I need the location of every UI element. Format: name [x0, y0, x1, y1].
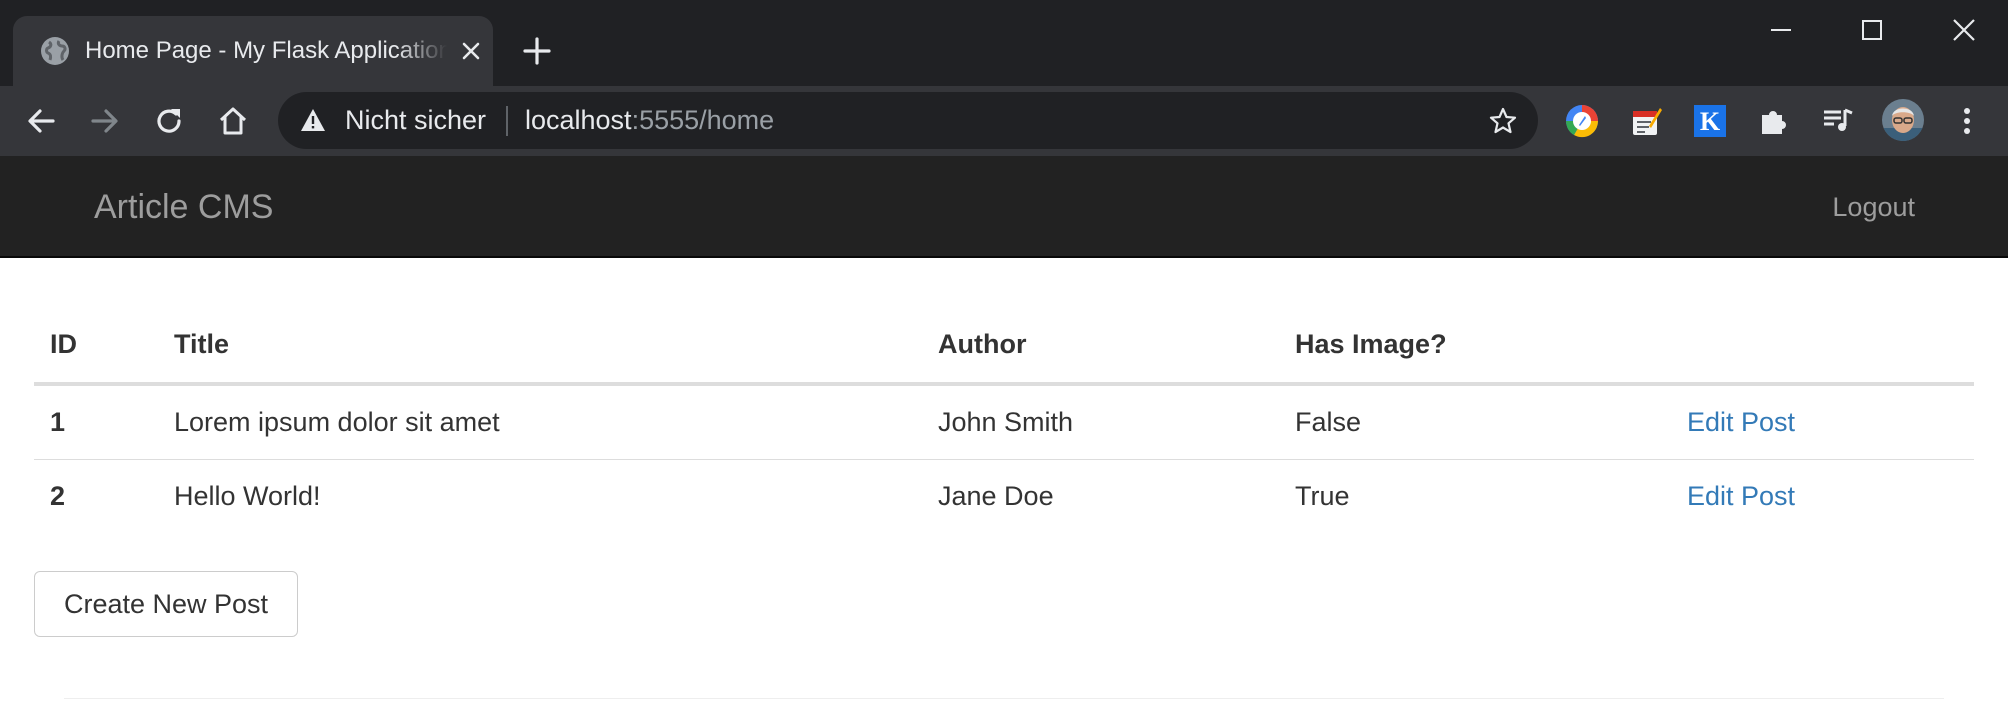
posts-table: ID Title Author Has Image? 1 Lorem ipsum…	[34, 306, 1974, 533]
minimize-icon[interactable]	[1752, 12, 1810, 48]
puzzle-icon[interactable]	[1755, 102, 1793, 140]
warning-triangle-icon[interactable]	[300, 108, 326, 132]
cell-author: John Smith	[922, 384, 1279, 460]
address-bar[interactable]: Nicht sicher localhost:5555/home	[278, 92, 1538, 149]
reload-icon[interactable]	[151, 103, 187, 139]
home-icon[interactable]	[215, 103, 251, 139]
k-ext-icon[interactable]: K	[1691, 102, 1729, 140]
cell-author: Jane Doe	[938, 481, 1054, 511]
cell-has-image: True	[1295, 481, 1350, 511]
notes-ext-icon[interactable]	[1627, 102, 1665, 140]
create-new-post-button[interactable]: Create New Post	[34, 571, 298, 637]
site-navbar: Article CMS Logout	[0, 156, 2008, 258]
column-header-id: ID	[34, 306, 158, 386]
back-arrow-icon[interactable]	[23, 103, 59, 139]
forward-arrow-icon[interactable]	[87, 103, 123, 139]
profile-avatar[interactable]	[1881, 98, 1925, 142]
star-icon[interactable]	[1488, 106, 1518, 136]
cell-title: Lorem ipsum dolor sit amet	[158, 384, 922, 460]
edit-post-link[interactable]: Edit Post	[1687, 481, 1795, 511]
cell-action: Edit Post	[1671, 384, 1974, 460]
globe-icon	[39, 35, 71, 67]
tab-close-icon[interactable]	[459, 39, 483, 63]
url-host: localhost	[525, 105, 632, 135]
browser-tab[interactable]: Home Page - My Flask Application	[13, 16, 493, 86]
browser-toolbar: Nicht sicher localhost:5555/home K	[0, 86, 2008, 156]
table-row: 1 Lorem ipsum dolor sit amet John Smith …	[34, 384, 1974, 460]
table-header-row: ID Title Author Has Image?	[34, 306, 1974, 386]
k-ext-letter: K	[1700, 107, 1721, 136]
kebab-menu-icon[interactable]	[1948, 102, 1986, 140]
security-label[interactable]: Nicht sicher	[345, 92, 486, 149]
cell-title: Hello World!	[174, 481, 321, 511]
url-path: :5555/home	[631, 105, 775, 135]
column-header-has-image: Has Image?	[1279, 306, 1671, 386]
maximize-icon[interactable]	[1843, 12, 1901, 48]
cell-action: Edit Post	[1671, 460, 1974, 534]
column-header-actions	[1671, 306, 1974, 386]
address-separator	[506, 106, 508, 136]
cell-id: 1	[34, 384, 158, 460]
new-tab-plus-icon[interactable]	[520, 34, 554, 68]
browser-tab-strip: Home Page - My Flask Application	[0, 0, 2008, 86]
table-row: 2 Hello World! Jane Doe True Edit Post	[34, 460, 1974, 534]
edit-post-link[interactable]: Edit Post	[1687, 407, 1795, 437]
column-header-title: Title	[158, 306, 922, 386]
url-text[interactable]: localhost:5555/home	[525, 92, 774, 149]
cell-id: 2	[50, 481, 66, 511]
cell-has-image: False	[1279, 384, 1671, 460]
logout-link[interactable]: Logout	[1832, 156, 1915, 258]
column-header-author: Author	[922, 306, 1279, 386]
window-close-icon[interactable]	[1935, 12, 1993, 48]
media-playlist-icon[interactable]	[1819, 102, 1857, 140]
tab-title: Home Page - My Flask Application	[85, 37, 447, 64]
chrome-ext-icon[interactable]	[1563, 102, 1601, 140]
footer-divider	[64, 698, 1944, 699]
navbar-brand[interactable]: Article CMS	[94, 156, 273, 258]
